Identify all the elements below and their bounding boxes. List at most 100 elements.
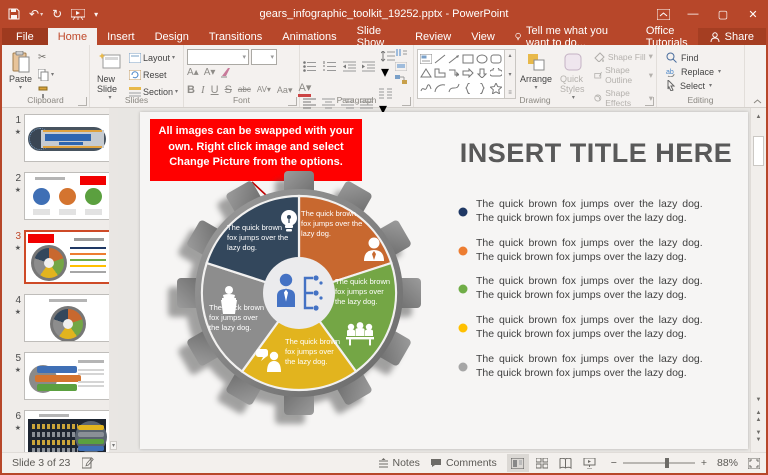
font-name-combobox[interactable]: ▾	[187, 49, 249, 65]
reset-button[interactable]: Reset	[127, 67, 180, 82]
tab-slideshow[interactable]: Slide Show	[347, 28, 405, 45]
bullet-list[interactable]: The quick brown fox jumps over the lazy …	[458, 198, 746, 381]
zoom-slider[interactable]	[623, 462, 695, 464]
scroll-up-icon[interactable]: ▲	[753, 110, 764, 123]
animation-star-icon: ★	[4, 244, 21, 252]
tab-file[interactable]: File	[2, 28, 48, 45]
redo-icon[interactable]: ↻	[52, 7, 62, 21]
shapes-scroll-up-icon[interactable]: ▴	[508, 52, 511, 59]
customize-qat-icon[interactable]: ▾	[94, 10, 98, 19]
zoom-out-icon[interactable]: −	[611, 457, 617, 469]
paragraph-dialog-launcher[interactable]	[402, 97, 411, 106]
bullets-button[interactable]	[303, 61, 317, 72]
thumbnail-slide-5[interactable]: 5★	[4, 352, 110, 400]
strikethrough-button[interactable]: S	[225, 84, 232, 96]
shapes-gallery-scroll[interactable]: ▴ ▾ ≡	[505, 49, 516, 99]
close-icon[interactable]: ✕	[738, 0, 768, 28]
align-text-button[interactable]	[395, 62, 407, 71]
tell-me-box[interactable]: Tell me what you want to do...	[505, 28, 636, 45]
tab-animations[interactable]: Animations	[272, 28, 346, 45]
text-shadow-button[interactable]: abc	[238, 84, 251, 96]
paste-clipboard-icon	[12, 50, 30, 74]
numbering-button[interactable]	[323, 61, 337, 72]
lightbulb-icon	[515, 31, 521, 43]
scrollbar-thumb[interactable]	[753, 136, 764, 166]
fit-slide-to-window-icon[interactable]	[748, 458, 760, 469]
animation-star-icon: ★	[4, 186, 21, 194]
bold-button[interactable]: B	[187, 84, 195, 96]
collapse-ribbon-icon[interactable]	[753, 98, 762, 105]
normal-view-button[interactable]	[507, 454, 529, 472]
thumbnail-slide-4[interactable]: 4★	[4, 294, 110, 342]
next-slide-button[interactable]: ▼▼	[753, 430, 764, 444]
increase-font-size-button[interactable]: A▴	[187, 67, 199, 78]
thumbnail-slide-3[interactable]: 3★	[4, 230, 114, 284]
comments-button[interactable]: Comments	[430, 457, 497, 469]
display-settings-icon[interactable]	[82, 457, 95, 469]
tab-review[interactable]: Review	[405, 28, 461, 45]
slide-title[interactable]: INSERT TITLE HERE	[448, 138, 744, 169]
bullet-item: The quick brown fox jumps over the lazy …	[458, 198, 746, 226]
bullet-dot	[458, 246, 468, 256]
find-button[interactable]: Find	[666, 52, 721, 63]
thumbnail-scroll-down-icon[interactable]: ▾	[110, 441, 117, 450]
layout-button[interactable]: Layout▾	[127, 50, 180, 65]
copy-button[interactable]: ▾	[36, 67, 56, 82]
powerpoint-window: ↶▾ ↻ ▾ gears_infographic_toolkit_19252.p…	[0, 0, 768, 475]
drawing-dialog-launcher[interactable]	[645, 97, 654, 106]
change-case-button[interactable]: Aa▾	[277, 84, 293, 96]
office-tutorials-link[interactable]: Office Tutorials	[636, 28, 698, 45]
bullet-dot	[458, 362, 468, 372]
cut-button[interactable]: ✂	[36, 50, 56, 65]
line-spacing-button[interactable]: ▾	[381, 51, 395, 82]
shape-fill-button[interactable]: Shape Fill▾	[594, 51, 653, 62]
bullet-item: The quick brown fox jumps over the lazy …	[458, 314, 746, 342]
segment-text-businessman: The quick brown fox jumps over the lazy …	[301, 209, 365, 238]
slideshow-view-button[interactable]	[579, 454, 601, 472]
underline-button[interactable]: U	[211, 84, 219, 96]
zoom-slider-thumb[interactable]	[665, 458, 669, 468]
gear-infographic[interactable]: The quick brown fox jumps over the lazy …	[149, 143, 449, 443]
reading-view-button[interactable]	[555, 454, 577, 472]
tab-design[interactable]: Design	[145, 28, 199, 45]
font-dialog-launcher[interactable]	[288, 97, 297, 106]
arrange-icon	[526, 50, 546, 74]
tab-transitions[interactable]: Transitions	[199, 28, 272, 45]
increase-indent-button[interactable]	[362, 61, 375, 72]
thumbnail-slide-6[interactable]: 6★	[4, 410, 110, 452]
replace-button[interactable]: ab Replace▾	[666, 66, 721, 77]
tab-insert[interactable]: Insert	[97, 28, 145, 45]
italic-button[interactable]: I	[201, 84, 205, 96]
tab-home[interactable]: Home	[48, 28, 97, 45]
zoom-level[interactable]: 88%	[717, 457, 738, 469]
share-button[interactable]: Share	[698, 28, 766, 45]
decrease-indent-button[interactable]	[343, 61, 356, 72]
clipboard-dialog-launcher[interactable]	[78, 97, 87, 106]
text-direction-button[interactable]	[395, 49, 407, 58]
shape-outline-button[interactable]: Shape Outline▾	[594, 65, 653, 85]
clear-formatting-button[interactable]	[220, 67, 232, 78]
vertical-scrollbar[interactable]: ▲ ▼ ▲▲ ▼▼	[750, 108, 766, 452]
thumbnail-slide-2[interactable]: 2★	[4, 172, 110, 220]
animation-star-icon: ★	[4, 308, 21, 316]
notes-button[interactable]: Notes	[378, 457, 420, 469]
previous-slide-button[interactable]: ▲▲	[753, 410, 764, 424]
thumbnail-scrollbar[interactable]: ▾	[109, 108, 118, 452]
zoom-in-icon[interactable]: +	[701, 457, 707, 469]
font-size-combobox[interactable]: ▾	[251, 49, 277, 65]
select-button[interactable]: Select▾	[666, 80, 721, 91]
slide-editing-surface[interactable]: All images can be swapped with your own.…	[140, 112, 748, 449]
start-slideshow-icon[interactable]	[71, 9, 85, 20]
convert-smartart-button[interactable]	[395, 75, 407, 84]
scroll-down-icon[interactable]: ▼	[753, 393, 764, 406]
decrease-font-size-button[interactable]: A▾	[204, 67, 216, 78]
save-icon[interactable]	[8, 8, 20, 20]
maximize-icon[interactable]: ▢	[708, 0, 738, 28]
shapes-scroll-down-icon[interactable]: ▾	[508, 71, 511, 78]
slide-sorter-view-button[interactable]	[531, 454, 553, 472]
tab-view[interactable]: View	[461, 28, 505, 45]
thumbnail-slide-1[interactable]: 1★	[4, 114, 110, 162]
shapes-gallery[interactable]	[417, 49, 505, 99]
character-spacing-button[interactable]: AV▾	[257, 84, 271, 96]
undo-icon[interactable]: ↶▾	[29, 7, 43, 21]
